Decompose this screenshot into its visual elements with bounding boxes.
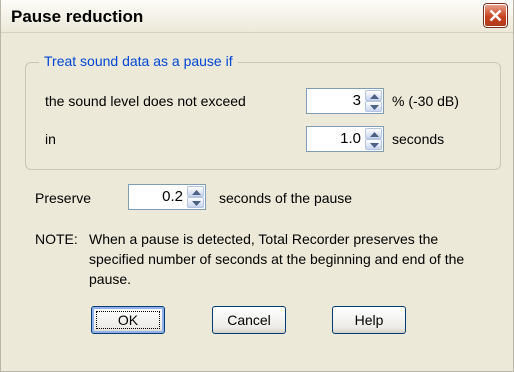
pause-reduction-dialog: Pause reduction Treat sound data as a pa… — [0, 0, 514, 372]
preserve-spinbox[interactable]: 0.2 — [128, 184, 206, 210]
close-icon — [489, 9, 502, 22]
spin-down-arrow-icon — [192, 201, 201, 206]
ok-button[interactable]: OK — [91, 306, 165, 334]
level-label: the sound level does not exceed — [45, 93, 246, 109]
ok-button-label: OK — [117, 312, 139, 328]
level-value[interactable]: 3 — [353, 92, 361, 109]
note-prefix: NOTE: — [35, 231, 78, 247]
level-unit: % (-30 dB) — [392, 93, 459, 109]
note-text: When a pause is detected, Total Recorder… — [89, 231, 465, 287]
time-label: in — [45, 131, 56, 147]
preserve-value[interactable]: 0.2 — [162, 188, 183, 205]
level-spinbox[interactable]: 3 — [306, 88, 384, 114]
help-button[interactable]: Help — [332, 306, 406, 334]
spin-up-arrow-icon — [192, 190, 201, 195]
spin-down-arrow-icon — [370, 105, 379, 110]
help-button-label: Help — [354, 312, 384, 328]
time-down-button[interactable] — [365, 139, 382, 150]
time-unit: seconds — [392, 131, 445, 147]
close-button[interactable] — [484, 4, 507, 27]
spin-up-arrow-icon — [370, 132, 379, 137]
pause-criteria-group — [25, 62, 501, 170]
preserve-label: Preserve — [35, 190, 92, 206]
cancel-button[interactable]: Cancel — [212, 306, 286, 334]
time-value[interactable]: 1.0 — [340, 130, 361, 147]
level-up-button[interactable] — [365, 90, 382, 101]
title-bar[interactable]: Pause reduction — [1, 0, 513, 33]
spin-down-arrow-icon — [370, 143, 379, 148]
cancel-button-label: Cancel — [227, 312, 271, 328]
preserve-unit: seconds of the pause — [219, 190, 353, 206]
time-spinbox[interactable]: 1.0 — [306, 126, 384, 152]
preserve-up-button[interactable] — [187, 186, 204, 197]
spin-up-arrow-icon — [370, 94, 379, 99]
group-legend: Treat sound data as a pause if — [39, 53, 238, 69]
window-title: Pause reduction — [11, 7, 144, 26]
level-down-button[interactable] — [365, 101, 382, 112]
time-up-button[interactable] — [365, 128, 382, 139]
preserve-down-button[interactable] — [187, 197, 204, 208]
